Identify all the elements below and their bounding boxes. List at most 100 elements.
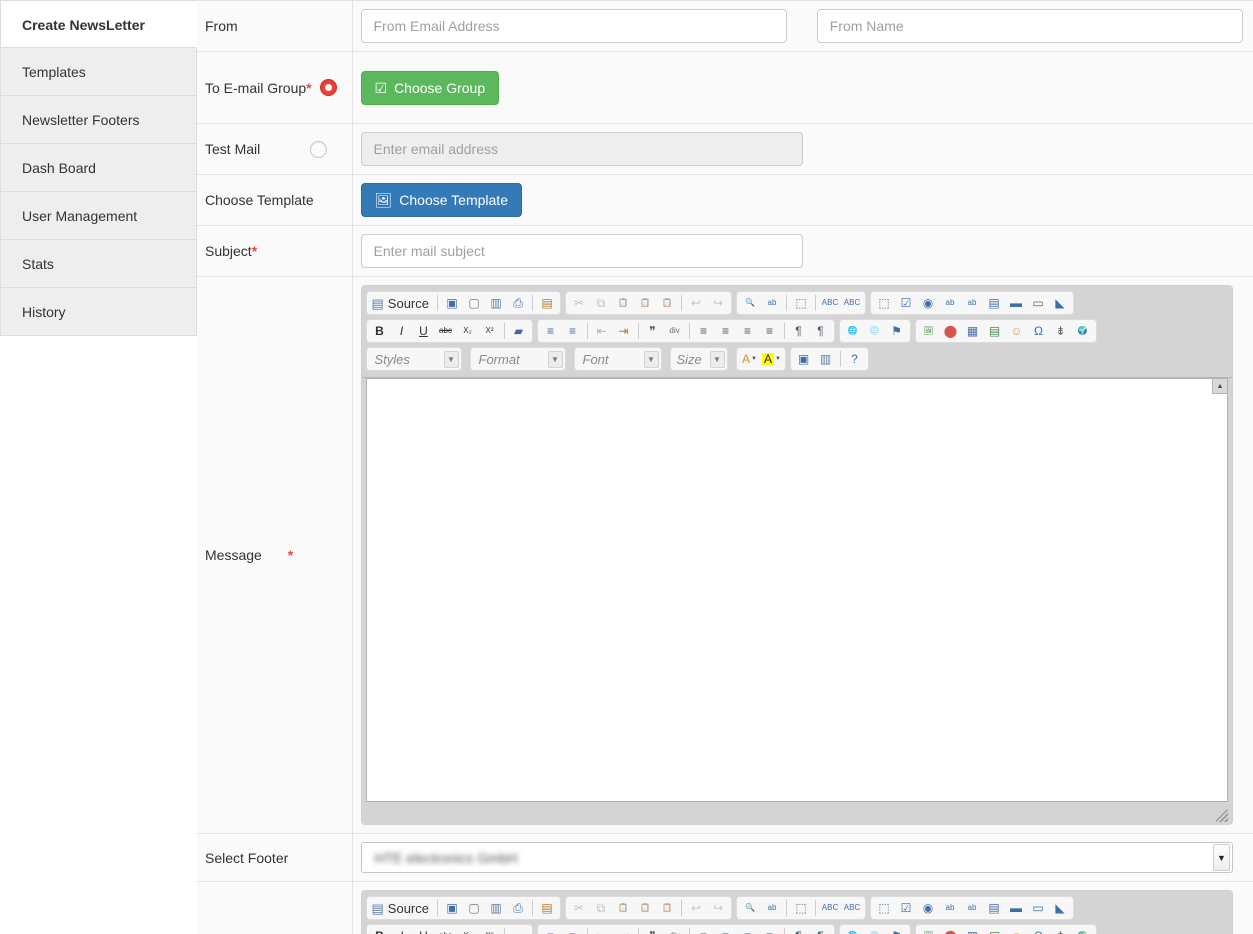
select-field-icon[interactable]: ▤	[983, 898, 1005, 918]
chevron-down-icon[interactable]: ▼	[443, 350, 459, 368]
message-editor-body[interactable]: ▲	[365, 378, 1228, 802]
checkbox-icon[interactable]: ☑	[895, 293, 917, 313]
new-page-icon[interactable]: ▢	[463, 293, 485, 313]
hidden-field-icon[interactable]: ◣	[1049, 293, 1071, 313]
page-break-icon[interactable]: ⇟	[1050, 321, 1072, 341]
sidebar-item-user-management[interactable]: User Management	[0, 192, 197, 240]
unlink-icon[interactable]: 🌐	[864, 321, 886, 341]
find-icon[interactable]: 🔍	[739, 898, 761, 918]
align-right-icon[interactable]: ≡	[737, 321, 759, 341]
redo-icon[interactable]: ↪	[707, 293, 729, 313]
superscript-icon[interactable]: X²	[479, 321, 501, 341]
sidebar-item-dashboard[interactable]: Dash Board	[0, 144, 197, 192]
sidebar-item-stats[interactable]: Stats	[0, 240, 197, 288]
replace-icon[interactable]: ab	[761, 293, 783, 313]
remove-format-icon[interactable]: ▰	[508, 321, 530, 341]
paste-word-icon[interactable]: 📋	[656, 293, 678, 313]
preview-icon[interactable]: ▥	[485, 293, 507, 313]
choose-template-button[interactable]: 🖼 Choose Template	[360, 183, 522, 217]
cut-icon[interactable]: ✂	[568, 898, 590, 918]
select-all-icon[interactable]: ⬚	[790, 293, 812, 313]
sidebar-item-templates[interactable]: Templates	[0, 48, 197, 96]
insert-flash-icon[interactable]: ⬤	[940, 321, 962, 341]
cut-icon[interactable]: ✂	[568, 293, 590, 313]
paste-icon[interactable]: 📋	[612, 898, 634, 918]
paste-text-icon[interactable]: 📋	[634, 293, 656, 313]
about-icon[interactable]: ?	[844, 349, 866, 369]
from-email-input[interactable]	[360, 9, 787, 43]
horizontal-rule-icon[interactable]: ▤	[984, 926, 1006, 934]
templates-icon[interactable]: ▤	[536, 293, 558, 313]
print-icon[interactable]: ⎙	[507, 898, 529, 918]
special-char-icon[interactable]: Ω	[1028, 926, 1050, 934]
text-field-icon[interactable]: ab	[939, 293, 961, 313]
indent-icon[interactable]: ⇥	[613, 321, 635, 341]
textarea-icon[interactable]: ab	[961, 293, 983, 313]
chevron-down-icon[interactable]: ▼	[547, 350, 563, 368]
align-center-icon[interactable]: ≡	[715, 926, 737, 934]
copy-icon[interactable]: ⧉	[590, 293, 612, 313]
scroll-up-arrow-icon[interactable]: ▲	[1212, 379, 1227, 394]
bold-icon[interactable]: B	[369, 926, 391, 934]
radio-button-icon[interactable]: ◉	[917, 293, 939, 313]
redo-icon[interactable]: ↪	[707, 898, 729, 918]
bulleted-list-icon[interactable]: ≡	[562, 321, 584, 341]
hidden-field-icon[interactable]: ◣	[1049, 898, 1071, 918]
rtl-icon[interactable]: ¶	[810, 926, 832, 934]
to-email-group-radio[interactable]	[319, 79, 337, 96]
smiley-icon[interactable]: ☺	[1006, 926, 1028, 934]
outdent-icon[interactable]: ⇤	[591, 926, 613, 934]
styles-combo[interactable]: Styles ▼	[365, 347, 462, 371]
create-div-icon[interactable]: div	[664, 926, 686, 934]
paste-word-icon[interactable]: 📋	[656, 898, 678, 918]
chevron-down-icon[interactable]: ▼	[709, 350, 725, 368]
numbered-list-icon[interactable]: ≡	[540, 321, 562, 341]
checkbox-icon[interactable]: ☑	[895, 898, 917, 918]
underline-icon[interactable]: U	[413, 926, 435, 934]
save-icon[interactable]: ▣	[441, 293, 463, 313]
spellcheck-icon[interactable]: ABC	[819, 293, 841, 313]
templates-icon[interactable]: ▤	[536, 898, 558, 918]
page-break-icon[interactable]: ⇟	[1050, 926, 1072, 934]
rtl-icon[interactable]: ¶	[810, 321, 832, 341]
indent-icon[interactable]: ⇥	[613, 926, 635, 934]
select-footer-dropdown[interactable]: HTE electronics GmbH ▼	[360, 842, 1233, 873]
sidebar-item-newsletter-footers[interactable]: Newsletter Footers	[0, 96, 197, 144]
sidebar-item-create-newsletter[interactable]: Create NewsLetter	[0, 0, 197, 48]
subscript-icon[interactable]: X₂	[457, 926, 479, 934]
italic-icon[interactable]: I	[391, 926, 413, 934]
print-icon[interactable]: ⎙	[507, 293, 529, 313]
find-icon[interactable]: 🔍	[739, 293, 761, 313]
outdent-icon[interactable]: ⇤	[591, 321, 613, 341]
unlink-icon[interactable]: 🌐	[864, 926, 886, 934]
insert-image-icon[interactable]: 🖼	[918, 321, 940, 341]
paste-text-icon[interactable]: 📋	[634, 898, 656, 918]
form-icon[interactable]: ⬚	[873, 898, 895, 918]
subject-input[interactable]	[360, 234, 803, 268]
form-icon[interactable]: ⬚	[873, 293, 895, 313]
horizontal-rule-icon[interactable]: ▤	[984, 321, 1006, 341]
spellcheck-icon[interactable]: ABC	[819, 898, 841, 918]
strikethrough-icon[interactable]: abc	[435, 321, 457, 341]
numbered-list-icon[interactable]: ≡	[540, 926, 562, 934]
justify-icon[interactable]: ≡	[759, 926, 781, 934]
iframe-icon[interactable]: 🌍	[1072, 321, 1094, 341]
select-all-icon[interactable]: ⬚	[790, 898, 812, 918]
textarea-icon[interactable]: ab	[961, 898, 983, 918]
insert-table-icon[interactable]: ▦	[962, 926, 984, 934]
maximize-icon[interactable]: ▥	[815, 349, 837, 369]
bold-icon[interactable]: B	[369, 321, 391, 341]
button-icon[interactable]: ▬	[1005, 293, 1027, 313]
smiley-icon[interactable]: ☺	[1006, 321, 1028, 341]
ltr-icon[interactable]: ¶	[788, 321, 810, 341]
undo-icon[interactable]: ↩	[685, 898, 707, 918]
underline-icon[interactable]: U	[413, 321, 435, 341]
align-left-icon[interactable]: ≡	[693, 321, 715, 341]
test-mail-input[interactable]	[360, 132, 803, 166]
chevron-down-icon[interactable]: ▼	[775, 356, 781, 362]
insert-table-icon[interactable]: ▦	[962, 321, 984, 341]
remove-format-icon[interactable]: ▰	[508, 926, 530, 934]
replace-icon[interactable]: ab	[761, 898, 783, 918]
image-button-icon[interactable]: ▭	[1027, 293, 1049, 313]
chevron-down-icon[interactable]: ▼	[751, 356, 757, 362]
